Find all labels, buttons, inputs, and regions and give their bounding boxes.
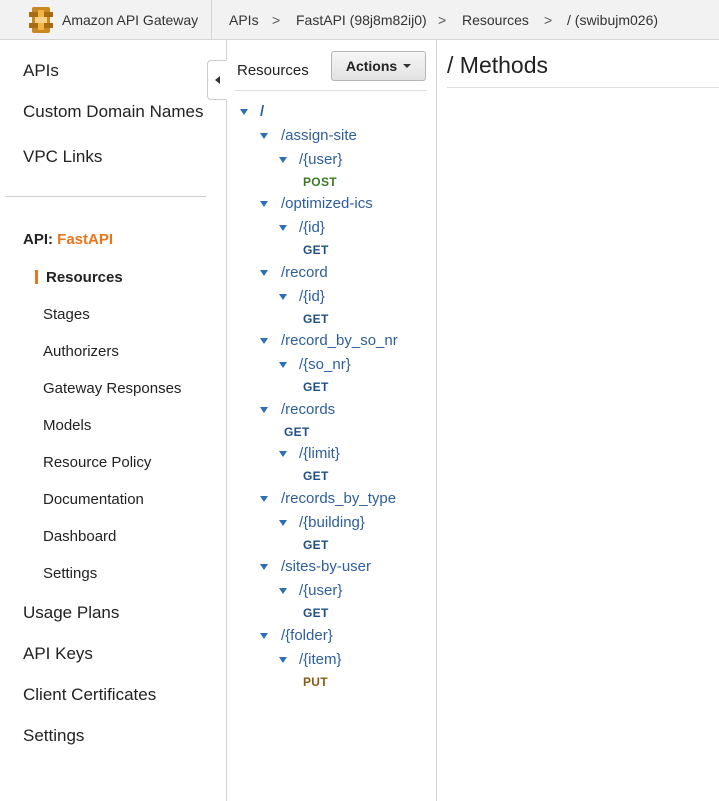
panel-divider <box>235 90 427 91</box>
tree-resource[interactable]: /{item} <box>299 651 342 668</box>
collapse-sidebar-button[interactable] <box>207 60 227 100</box>
expand-triangle-icon[interactable] <box>279 225 287 231</box>
brand-area[interactable]: Amazon API Gateway <box>0 0 212 40</box>
tree-resource[interactable]: /sites-by-user <box>281 558 371 575</box>
tree-resource[interactable]: /records_by_type <box>281 490 396 507</box>
tree-method[interactable]: PUT <box>303 675 328 689</box>
tree-method[interactable]: GET <box>284 425 310 439</box>
expand-triangle-icon[interactable] <box>260 564 268 570</box>
tree-resource[interactable]: /records <box>281 401 335 418</box>
sidebar-item-apis[interactable]: APIs <box>23 61 59 81</box>
sidebar-item-custom-domain-names[interactable]: Custom Domain Names <box>23 102 203 122</box>
sidebar-item-vpc-links[interactable]: VPC Links <box>23 147 102 167</box>
expand-triangle-icon[interactable] <box>260 338 268 344</box>
title-divider <box>447 87 719 88</box>
caret-down-icon <box>403 64 412 68</box>
sidebar-item-models[interactable]: Models <box>43 417 91 434</box>
api-gateway-logo-icon <box>29 7 53 33</box>
expand-triangle-icon[interactable] <box>260 496 268 502</box>
collapse-left-icon <box>215 76 220 84</box>
api-section-label: API: FastAPI <box>23 231 113 248</box>
expand-triangle-icon[interactable] <box>279 362 287 368</box>
sidebar-divider <box>5 196 206 197</box>
expand-triangle-icon[interactable] <box>260 133 268 139</box>
sidebar-item-resource-policy[interactable]: Resource Policy <box>43 454 151 471</box>
breadcrumb-current: / (swibujm026) <box>567 12 659 28</box>
actions-label: Actions <box>345 58 398 74</box>
top-navigation-bar: Amazon API Gateway APIs > FastAPI (98j8m… <box>0 0 719 40</box>
tree-resource[interactable]: /record_by_so_nr <box>281 332 398 349</box>
sidebar-item-resources[interactable]: Resources <box>46 269 123 286</box>
page-title: / Methods <box>447 52 548 78</box>
tree-method[interactable]: GET <box>303 469 329 483</box>
expand-triangle-icon[interactable] <box>279 657 287 663</box>
expand-triangle-icon[interactable] <box>279 588 287 594</box>
sidebar-item-documentation[interactable]: Documentation <box>43 491 144 508</box>
tree-method[interactable]: GET <box>303 606 329 620</box>
breadcrumb-api[interactable]: FastAPI (98j8m82ij0) <box>296 12 427 28</box>
breadcrumb-separator: > <box>272 12 281 28</box>
sidebar-item-api-settings[interactable]: Settings <box>43 565 97 582</box>
tree-resource[interactable]: /record <box>281 264 328 281</box>
sidebar-item-stages[interactable]: Stages <box>43 306 90 323</box>
tree-resource[interactable]: / <box>260 103 264 120</box>
tree-method[interactable]: GET <box>303 380 329 394</box>
sidebar-item-settings[interactable]: Settings <box>23 726 84 746</box>
tree-resource[interactable]: /{user} <box>299 151 342 168</box>
resources-panel-title: Resources <box>237 62 309 79</box>
api-name[interactable]: FastAPI <box>57 231 113 248</box>
tree-resource[interactable]: /{id} <box>299 288 325 305</box>
sidebar-item-dashboard[interactable]: Dashboard <box>43 528 116 545</box>
left-sidebar: APIs Custom Domain Names VPC Links API: … <box>0 40 227 801</box>
expand-triangle-icon[interactable] <box>260 201 268 207</box>
breadcrumb-apis[interactable]: APIs <box>229 12 259 28</box>
expand-triangle-icon[interactable] <box>260 270 268 276</box>
tree-resource[interactable]: /{limit} <box>299 445 340 462</box>
sidebar-item-api-keys[interactable]: API Keys <box>23 644 93 664</box>
tree-method[interactable]: GET <box>303 243 329 257</box>
tree-resource[interactable]: /{building} <box>299 514 365 531</box>
tree-resource[interactable]: /optimized-ics <box>281 195 373 212</box>
brand-name: Amazon API Gateway <box>62 12 199 28</box>
tree-method[interactable]: GET <box>303 312 329 326</box>
actions-dropdown-button[interactable]: Actions <box>331 51 426 81</box>
sidebar-item-client-certificates[interactable]: Client Certificates <box>23 685 156 705</box>
breadcrumb-separator: > <box>438 12 447 28</box>
tree-resource[interactable]: /{folder} <box>281 627 333 644</box>
expand-triangle-icon[interactable] <box>279 520 287 526</box>
api-prefix: API: <box>23 231 53 248</box>
tree-resource[interactable]: /{id} <box>299 219 325 236</box>
sidebar-item-gateway-responses[interactable]: Gateway Responses <box>43 380 181 397</box>
tree-method[interactable]: GET <box>303 538 329 552</box>
tree-method[interactable]: POST <box>303 175 337 189</box>
expand-triangle-icon[interactable] <box>279 451 287 457</box>
tree-resource[interactable]: /{user} <box>299 582 342 599</box>
sidebar-item-usage-plans[interactable]: Usage Plans <box>23 603 119 623</box>
expand-triangle-icon[interactable] <box>240 109 248 115</box>
sidebar-item-authorizers[interactable]: Authorizers <box>43 343 119 360</box>
expand-triangle-icon[interactable] <box>279 157 287 163</box>
expand-triangle-icon[interactable] <box>279 294 287 300</box>
tree-resource[interactable]: /assign-site <box>281 127 357 144</box>
expand-triangle-icon[interactable] <box>260 633 268 639</box>
expand-triangle-icon[interactable] <box>260 407 268 413</box>
breadcrumb-separator: > <box>544 12 553 28</box>
tree-resource[interactable]: /{so_nr} <box>299 356 351 373</box>
active-indicator <box>35 270 38 284</box>
breadcrumb-resources[interactable]: Resources <box>462 12 529 28</box>
